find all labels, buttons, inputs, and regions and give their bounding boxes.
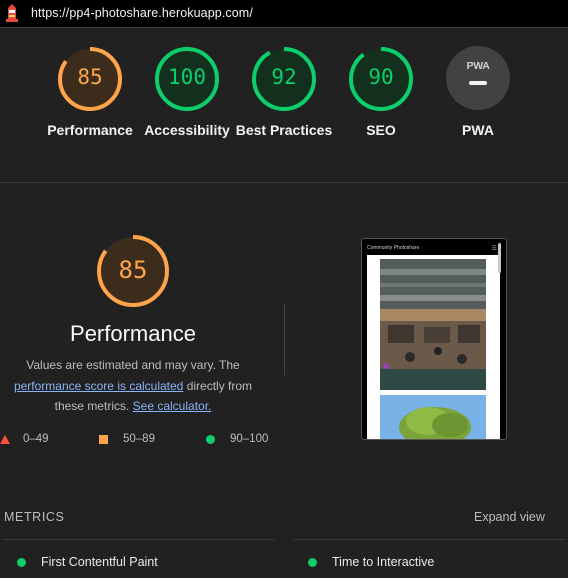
url-text[interactable]: https://pp4-photoshare.herokuapp.com/ <box>31 6 253 20</box>
screenshot-scrollbar <box>498 243 501 273</box>
performance-title: Performance <box>70 321 196 346</box>
circle-icon <box>206 435 215 444</box>
legend-range: 50–89 <box>123 433 155 445</box>
square-icon <box>99 435 108 444</box>
section-divider <box>0 182 568 183</box>
see-calculator-link[interactable]: See calculator. <box>133 399 212 413</box>
score-label: SEO <box>366 122 396 138</box>
expand-view-button[interactable]: Expand view <box>474 510 545 524</box>
hamburger-icon: ☰ <box>491 246 497 252</box>
score-label: Performance <box>47 122 133 138</box>
tree-photo-image <box>380 395 486 439</box>
metrics-heading: METRICS <box>4 510 65 524</box>
metrics-divider <box>293 539 564 540</box>
legend-range: 90–100 <box>230 433 269 445</box>
score-label: Best Practices <box>235 122 333 138</box>
performance-description: Values are estimated and may vary. The p… <box>6 355 260 417</box>
performance-gauge <box>97 235 169 307</box>
address-bar: https://pp4-photoshare.herokuapp.com/ <box>0 0 568 28</box>
metric-label: Time to Interactive <box>332 555 435 569</box>
screenshot-page <box>367 255 500 439</box>
score-value: 85 <box>77 65 103 89</box>
score-gauge-accessibility[interactable]: 100 Accessibility <box>137 46 237 140</box>
metric-first-contentful-paint[interactable]: First Contentful Paint <box>17 555 158 569</box>
lighthouse-icon <box>6 4 18 22</box>
pass-circle-icon <box>17 558 26 567</box>
vertical-divider <box>284 303 285 375</box>
score-value: 92 <box>271 65 297 89</box>
photo-thumbnail <box>380 395 486 439</box>
score-gauge-pwa[interactable]: PWA PWA <box>428 46 528 140</box>
score-gauge-performance[interactable]: 85 Performance <box>40 46 140 140</box>
triangle-icon <box>0 435 10 444</box>
metric-label: First Contentful Paint <box>41 555 158 569</box>
metric-time-to-interactive[interactable]: Time to Interactive <box>308 555 435 569</box>
pwa-badge-icon: PWA <box>446 46 510 110</box>
score-gauge-seo[interactable]: 90 SEO <box>331 46 431 140</box>
score-value: 90 <box>368 65 394 89</box>
metrics-divider <box>4 539 275 540</box>
score-calculated-link[interactable]: performance score is calculated <box>14 379 183 393</box>
score-label: PWA <box>462 122 494 138</box>
score-gauge-best-practices[interactable]: 92 Best Practices <box>234 46 334 140</box>
score-label: Accessibility <box>144 122 230 138</box>
pwa-dash <box>469 81 487 85</box>
screenshot-header: Community Photoshare <box>367 245 420 251</box>
pwa-badge-text: PWA <box>466 60 490 72</box>
photo-thumbnail <box>380 259 486 390</box>
pass-circle-icon <box>308 558 317 567</box>
description-text: Values are estimated and may vary. The <box>26 358 240 372</box>
page-screenshot[interactable]: Community Photoshare ☰ <box>361 238 507 440</box>
aerial-photo-image <box>380 259 486 390</box>
legend-range: 0–49 <box>23 433 49 445</box>
score-value: 100 <box>168 65 206 89</box>
